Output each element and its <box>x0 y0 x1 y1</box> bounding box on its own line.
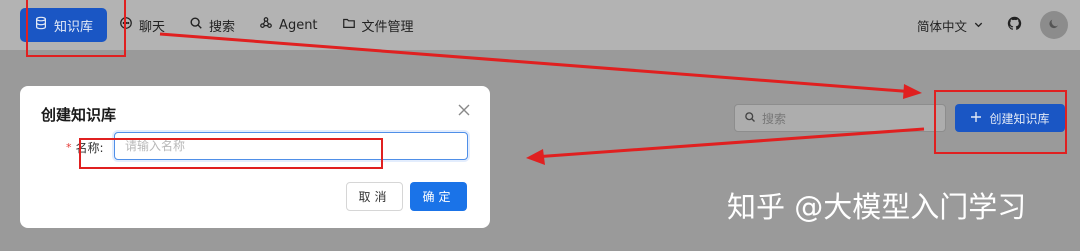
knowledge-base-search-input[interactable]: 搜索 <box>734 104 946 132</box>
nav-item-agent[interactable]: Agent <box>247 8 329 42</box>
watermark: 知乎 @大模型入门学习 <box>727 190 1027 224</box>
search-placeholder: 搜索 <box>762 111 787 126</box>
annotation-arrowhead-2 <box>526 149 545 165</box>
top-navbar: 知识库 聊天 搜索 Agent 文件管理 简体中文 <box>0 0 1080 50</box>
nav-item-search[interactable]: 搜索 <box>177 8 247 42</box>
required-mark: * <box>66 141 72 154</box>
navbar-right: 简体中文 <box>917 0 1080 50</box>
cancel-button[interactable]: 取消 <box>346 182 403 211</box>
language-label: 简体中文 <box>916 18 967 34</box>
dialog-title: 创建知识库 <box>41 106 117 124</box>
theme-toggle-button[interactable] <box>1040 11 1068 39</box>
agent-nodes-icon <box>259 16 273 34</box>
github-icon <box>1007 16 1022 35</box>
confirm-button[interactable]: 确定 <box>410 182 467 211</box>
github-button[interactable] <box>1000 11 1028 39</box>
folder-icon <box>342 16 356 34</box>
nav-item-label: 搜索 <box>209 19 236 35</box>
nav-item-file-management[interactable]: 文件管理 <box>330 8 426 42</box>
search-icon <box>744 111 756 126</box>
annotation-box-nav <box>26 0 126 57</box>
chevron-down-icon <box>973 18 984 33</box>
close-button[interactable] <box>456 102 472 118</box>
moon-icon <box>1047 16 1061 35</box>
annotation-arrow-2 <box>533 127 925 159</box>
nav-item-label: 聊天 <box>139 19 166 35</box>
annotation-box-create <box>934 90 1067 154</box>
annotation-arrowhead-1 <box>903 84 922 99</box>
close-icon <box>456 103 472 122</box>
language-selector[interactable]: 简体中文 <box>917 16 984 35</box>
search-icon <box>189 16 203 34</box>
nav-item-label: Agent <box>279 17 318 33</box>
nav-item-label: 文件管理 <box>361 19 414 35</box>
annotation-box-name-input <box>79 138 383 169</box>
